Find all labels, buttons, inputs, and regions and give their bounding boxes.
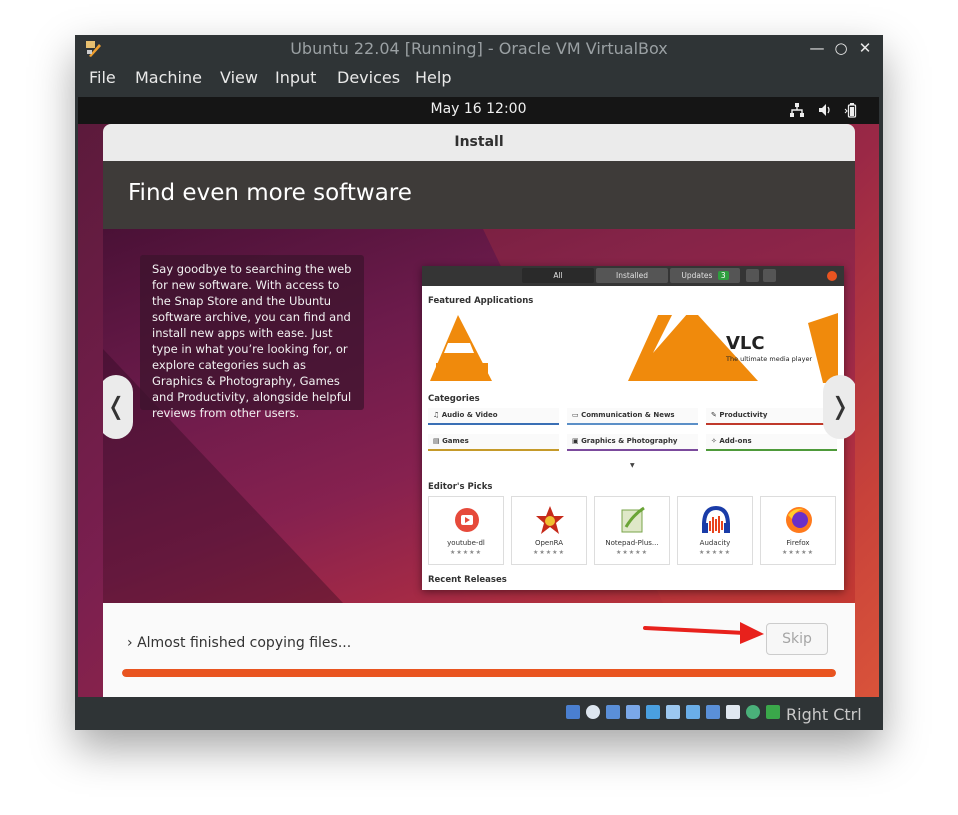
pick-youtube-dl: youtube-dl ★★★★★ — [428, 496, 504, 565]
video-capture-icon[interactable] — [706, 705, 720, 719]
firefox-icon — [786, 507, 812, 533]
next-slide-button[interactable]: ❭ — [823, 375, 855, 439]
featured-heading: Featured Applications — [428, 296, 534, 306]
pick-firefox: Firefox ★★★★★ — [760, 496, 836, 565]
category-audio-video: ♫ Audio & Video — [428, 408, 559, 425]
expand-categories-icon: ▼ — [630, 462, 635, 469]
minimize-icon[interactable]: — — [808, 39, 826, 57]
store-tab-installed: Installed — [596, 268, 668, 283]
store-search-icon — [746, 269, 759, 282]
openra-icon — [536, 506, 564, 534]
slide-description: Say goodbye to searching the web for new… — [140, 255, 364, 420]
progress-bar — [122, 669, 836, 677]
audacity-icon — [702, 505, 730, 533]
store-tab-updates: Updates 3 — [670, 268, 740, 283]
audio-icon[interactable] — [606, 705, 620, 719]
window-title: Ubuntu 22.04 [Running] - Oracle VM Virtu… — [290, 39, 668, 58]
recent-releases-heading: Recent Releases — [428, 575, 507, 585]
chevron-left-icon: ❬ — [105, 392, 127, 420]
category-games: ▤ Games — [428, 434, 559, 451]
dialog-header: Install — [103, 124, 855, 162]
status-text: Almost finished copying files... — [137, 635, 352, 651]
categories-heading: Categories — [428, 394, 480, 404]
guest-clock[interactable]: May 16 12:00 — [78, 101, 879, 117]
featured-hero: VLC The ultimate media player — [428, 313, 838, 383]
skip-button[interactable]: Skip — [766, 623, 828, 655]
store-tab-all: All — [522, 268, 594, 283]
youtube-dl-icon — [455, 508, 479, 532]
pick-audacity: Audacity ★★★★★ — [677, 496, 753, 565]
category-graphics-photography: ▣ Graphics & Photography — [567, 434, 698, 451]
red-arrow-annotation — [643, 622, 764, 644]
updates-tab-label: Updates — [681, 271, 713, 280]
guest-display[interactable]: May 16 12:00 Install Find even more soft… — [78, 97, 879, 697]
menu-view[interactable]: View — [220, 68, 258, 87]
optical-drive-icon[interactable] — [586, 705, 600, 719]
title-bar[interactable]: Ubuntu 22.04 [Running] - Oracle VM Virtu… — [75, 35, 883, 63]
store-close-icon — [827, 271, 837, 281]
progress-bar-fill — [122, 669, 836, 677]
editors-picks-heading: Editor's Picks — [428, 482, 493, 492]
battery-icon[interactable] — [844, 102, 860, 118]
expander-chevron-icon: › — [127, 635, 133, 651]
install-dialog: Install Find even more software Say good… — [103, 124, 855, 697]
network-icon[interactable] — [789, 102, 805, 118]
menu-file[interactable]: File — [89, 68, 116, 87]
vlc-hero-art — [430, 313, 838, 383]
volume-icon[interactable] — [817, 102, 833, 118]
host-key-label: Right Ctrl — [786, 705, 862, 724]
status-expander[interactable]: › Almost finished copying files... — [127, 635, 351, 651]
menu-input[interactable]: Input — [275, 68, 316, 87]
network-adapter-icon[interactable] — [626, 705, 640, 719]
shared-folders-icon[interactable] — [666, 705, 680, 719]
notepad-plus-icon — [621, 506, 645, 533]
updates-badge: 3 — [717, 271, 729, 280]
store-header-bar: All Installed Updates 3 — [422, 266, 844, 286]
software-store-screenshot: All Installed Updates 3 Featured Applica… — [422, 266, 844, 590]
virtualization-icon[interactable] — [726, 705, 740, 719]
hero-subtitle: The ultimate media player — [726, 355, 813, 363]
maximize-icon[interactable]: ○ — [832, 39, 850, 57]
menu-machine[interactable]: Machine — [135, 68, 202, 87]
close-icon[interactable]: ✕ — [856, 39, 874, 57]
category-productivity: ✎ Productivity — [706, 408, 837, 425]
slideshow-panel: Say goodbye to searching the web for new… — [103, 229, 855, 603]
mouse-integration-icon[interactable] — [746, 705, 760, 719]
pick-notepad-plus: Notepad-Plus... ★★★★★ — [594, 496, 670, 565]
hard-disk-icon[interactable] — [566, 705, 580, 719]
keyboard-capture-icon[interactable] — [766, 705, 780, 719]
slide-title: Find even more software — [128, 180, 412, 206]
slide-banner: Find even more software — [103, 161, 855, 229]
chevron-right-icon: ❭ — [829, 392, 851, 420]
category-communication-news: ▭ Communication & News — [567, 408, 698, 425]
display-icon[interactable] — [686, 705, 700, 719]
usb-icon[interactable] — [646, 705, 660, 719]
pick-openra: OpenRA ★★★★★ — [511, 496, 587, 565]
store-menu-icon — [763, 269, 776, 282]
vm-status-bar: Right Ctrl — [75, 697, 883, 730]
menu-devices[interactable]: Devices — [337, 68, 400, 87]
previous-slide-button[interactable]: ❬ — [103, 375, 133, 439]
guest-top-bar: May 16 12:00 — [78, 97, 879, 124]
category-add-ons: ✧ Add-ons — [706, 434, 837, 451]
hero-title: VLC — [726, 333, 765, 354]
menu-help[interactable]: Help — [415, 68, 451, 87]
dialog-title: Install — [454, 134, 504, 150]
